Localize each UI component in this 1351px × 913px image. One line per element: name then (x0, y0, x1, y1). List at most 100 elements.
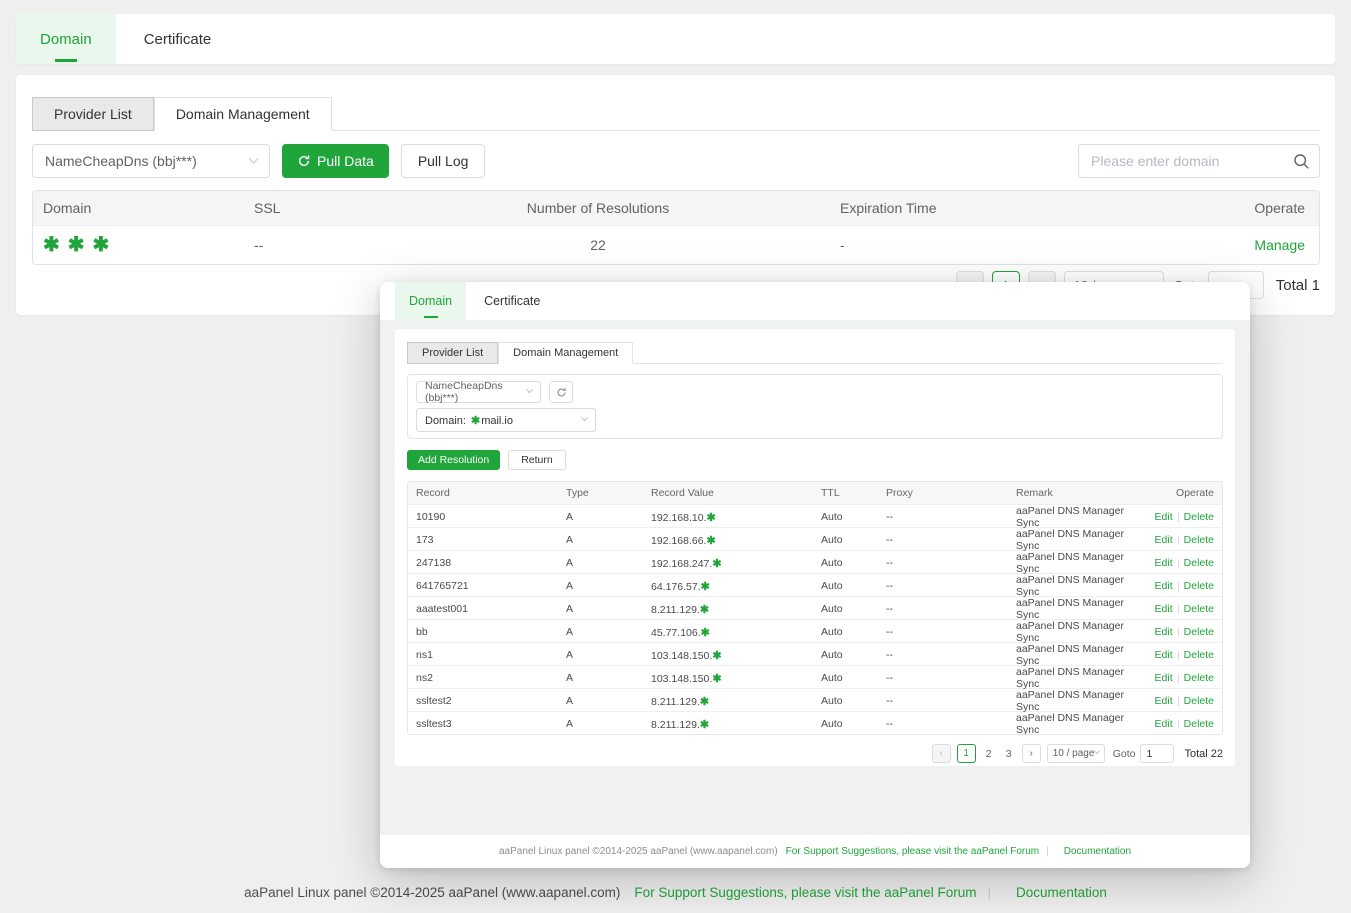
record-remark: aaPanel DNS Manager Sync (1016, 666, 1140, 690)
provider-select-value: NameCheapDns (bbj***) (45, 153, 197, 169)
chevron-down-icon (526, 386, 533, 393)
tab-domain[interactable]: Domain (16, 14, 116, 64)
record-value: 192.168.10.✱ (651, 511, 821, 524)
page-size-select[interactable]: 10 / page (1047, 744, 1105, 763)
modal-actions-row: Add Resolution Return (407, 450, 1223, 470)
tab-certificate-label: Certificate (144, 31, 212, 48)
tab-domain-management[interactable]: Domain Management (154, 97, 332, 131)
search-icon[interactable] (1293, 153, 1310, 175)
page-3-button[interactable]: 3 (1002, 748, 1016, 760)
modal-tab-certificate[interactable]: Certificate (466, 282, 558, 320)
masked-octet: ✱ (712, 673, 721, 685)
masked-octet: ✱ (700, 719, 709, 731)
modal-provider-select[interactable]: NameCheapDns (bbj***) (416, 381, 541, 403)
provider-select[interactable]: NameCheapDns (bbj***) (32, 144, 270, 178)
page-1-button[interactable]: 1 (957, 744, 976, 763)
masked-domain: ✱✱✱ (43, 234, 117, 256)
domains-table-header: Domain SSL Number of Resolutions Expirat… (33, 191, 1319, 225)
delete-link[interactable]: Delete (1184, 557, 1214, 569)
delete-link[interactable]: Delete (1184, 672, 1214, 684)
record-row: ns1 A 103.148.150.✱ Auto -- aaPanel DNS … (408, 642, 1222, 665)
delete-link[interactable]: Delete (1184, 718, 1214, 730)
edit-link[interactable]: Edit (1155, 511, 1173, 523)
modal-tab-domain-label: Domain (409, 294, 452, 308)
record-value: 8.211.129.✱ (651, 695, 821, 708)
header-ttl: TTL (821, 487, 886, 499)
record-row: ns2 A 103.148.150.✱ Auto -- aaPanel DNS … (408, 665, 1222, 688)
record-ttl: Auto (821, 603, 886, 615)
delete-link[interactable]: Delete (1184, 626, 1214, 638)
record-name: 10190 (408, 511, 566, 523)
record-value: 8.211.129.✱ (651, 603, 821, 616)
record-type: A (566, 718, 651, 730)
header-operate: Operate (1140, 487, 1222, 499)
record-row: ssltest2 A 8.211.129.✱ Auto -- aaPanel D… (408, 688, 1222, 711)
edit-link[interactable]: Edit (1155, 580, 1173, 592)
record-proxy: -- (886, 557, 1016, 569)
delete-link[interactable]: Delete (1184, 695, 1214, 707)
refresh-button[interactable] (549, 381, 573, 403)
forum-link[interactable]: For Support Suggestions, please visit th… (634, 885, 976, 900)
documentation-link[interactable]: Documentation (1016, 885, 1107, 900)
edit-link[interactable]: Edit (1155, 672, 1173, 684)
masked-octet: ✱ (701, 627, 710, 639)
modal-tab-domain[interactable]: Domain (395, 282, 466, 320)
record-remark: aaPanel DNS Manager Sync (1016, 574, 1140, 598)
modal-tab-domain-management[interactable]: Domain Management (498, 342, 633, 364)
tab-provider-list[interactable]: Provider List (32, 97, 154, 131)
delete-link[interactable]: Delete (1184, 603, 1214, 615)
edit-link[interactable]: Edit (1155, 626, 1173, 638)
modal-domain-select[interactable]: Domain:✱mail.io (416, 408, 596, 432)
record-remark: aaPanel DNS Manager Sync (1016, 505, 1140, 529)
record-ttl: Auto (821, 557, 886, 569)
header-domain: Domain (33, 200, 248, 216)
link-divider (1178, 559, 1179, 568)
prev-page-button[interactable]: ‹ (932, 744, 951, 763)
edit-link[interactable]: Edit (1155, 557, 1173, 569)
delete-link[interactable]: Delete (1184, 534, 1214, 546)
record-row: 247138 A 192.168.247.✱ Auto -- aaPanel D… (408, 550, 1222, 573)
page-2-button[interactable]: 2 (982, 748, 996, 760)
record-ttl: Auto (821, 649, 886, 661)
delete-link[interactable]: Delete (1184, 580, 1214, 592)
record-type: A (566, 557, 651, 569)
pull-log-button[interactable]: Pull Log (401, 144, 486, 178)
edit-link[interactable]: Edit (1155, 649, 1173, 661)
record-proxy: -- (886, 580, 1016, 592)
next-page-button[interactable]: › (1022, 744, 1041, 763)
domain-search-input[interactable] (1079, 146, 1319, 176)
masked-octet: ✱ (712, 650, 721, 662)
top-tab-bar: Domain Certificate (16, 14, 1335, 64)
edit-link[interactable]: Edit (1155, 603, 1173, 615)
link-divider (1178, 697, 1179, 706)
manage-link[interactable]: Manage (1254, 237, 1305, 253)
record-value: 103.148.150.✱ (651, 672, 821, 685)
forum-link[interactable]: For Support Suggestions, please visit th… (786, 846, 1039, 857)
tab-certificate[interactable]: Certificate (116, 14, 240, 64)
return-button[interactable]: Return (508, 450, 566, 470)
record-type: A (566, 626, 651, 638)
header-type: Type (566, 487, 651, 499)
goto-page-input[interactable] (1140, 744, 1174, 763)
delete-link[interactable]: Delete (1184, 511, 1214, 523)
add-resolution-button[interactable]: Add Resolution (407, 450, 500, 470)
ssl-value: -- (248, 237, 458, 253)
modal-tab-provider-list[interactable]: Provider List (407, 342, 498, 364)
link-divider (1178, 720, 1179, 729)
edit-link[interactable]: Edit (1155, 695, 1173, 707)
record-value: 64.176.57.✱ (651, 580, 821, 593)
edit-link[interactable]: Edit (1155, 534, 1173, 546)
modal-tab-certificate-label: Certificate (484, 294, 540, 308)
pull-data-button[interactable]: Pull Data (282, 144, 389, 178)
link-divider (1178, 582, 1179, 591)
documentation-link[interactable]: Documentation (1064, 846, 1131, 857)
edit-link[interactable]: Edit (1155, 718, 1173, 730)
record-type: A (566, 534, 651, 546)
record-remark: aaPanel DNS Manager Sync (1016, 620, 1140, 644)
header-operate: Operate (1179, 200, 1319, 216)
record-name: 247138 (408, 557, 566, 569)
record-ttl: Auto (821, 580, 886, 592)
delete-link[interactable]: Delete (1184, 649, 1214, 661)
link-divider (1178, 651, 1179, 660)
record-ttl: Auto (821, 534, 886, 546)
